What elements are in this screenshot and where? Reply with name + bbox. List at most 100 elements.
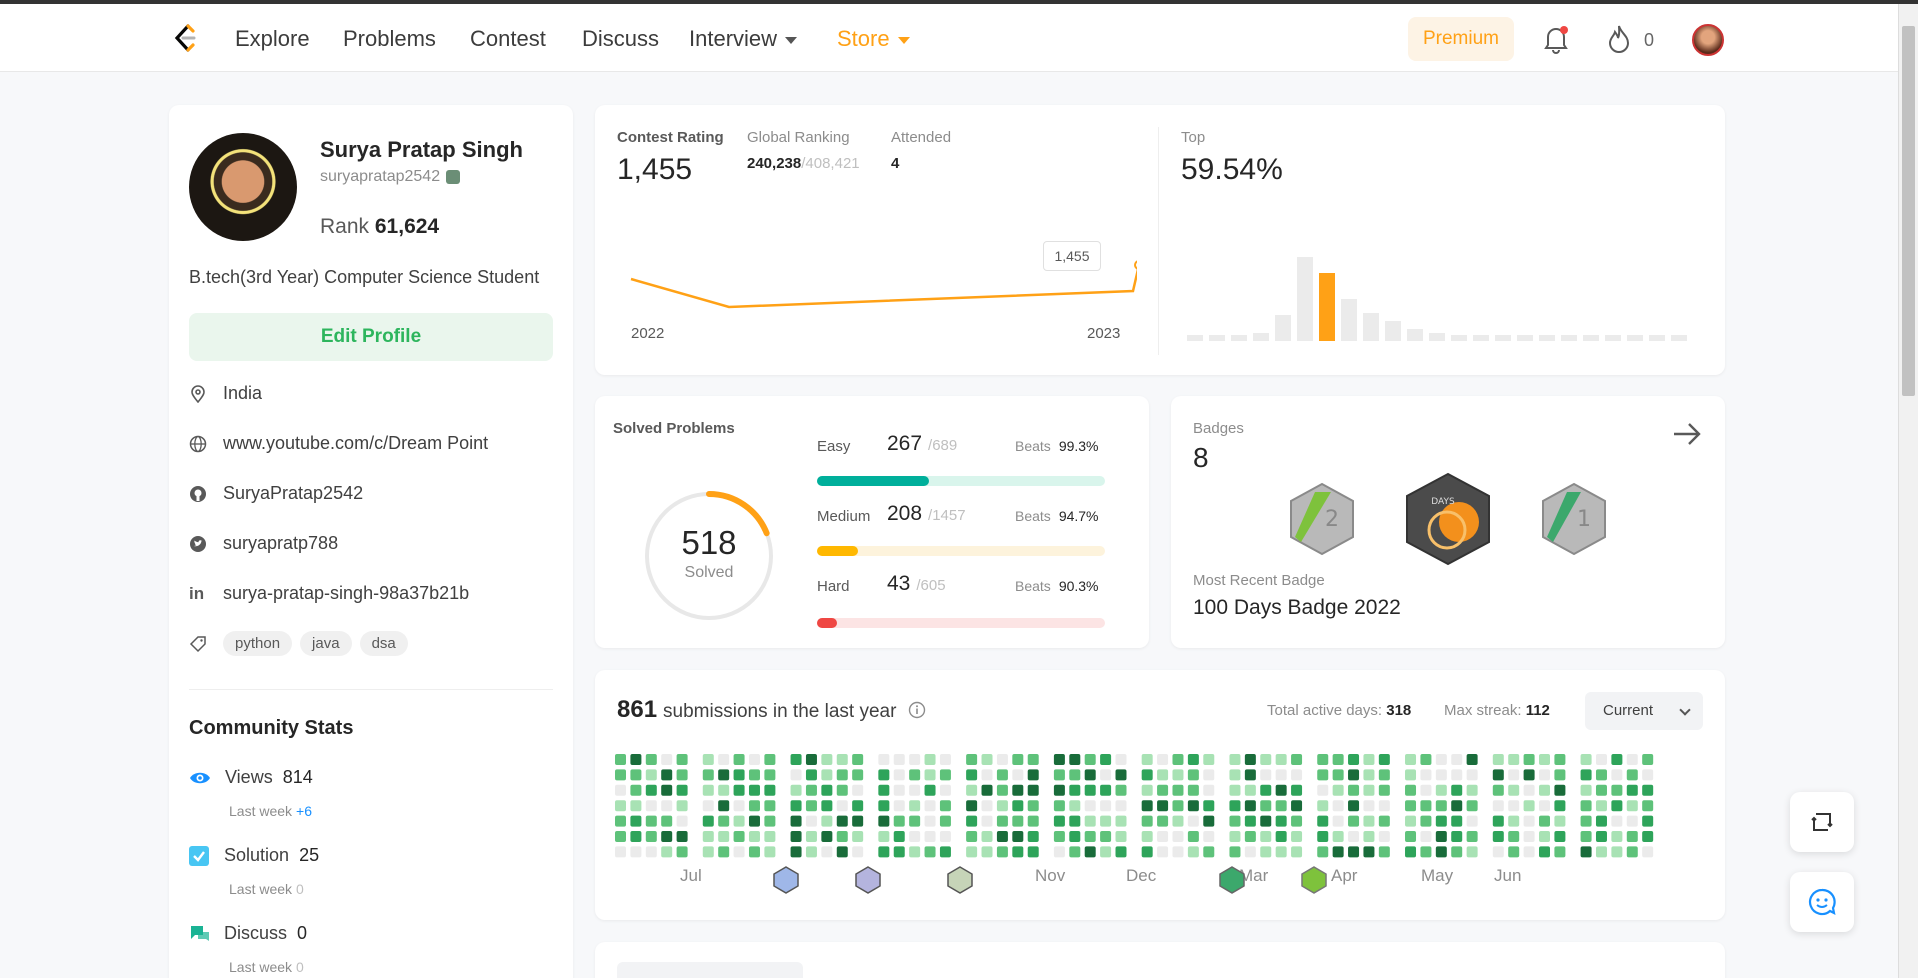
heatmap-day-cell[interactable]	[1580, 800, 1592, 812]
heatmap-day-cell[interactable]	[981, 784, 993, 796]
heatmap-day-cell[interactable]	[718, 846, 730, 858]
heatmap-day-cell[interactable]	[1053, 754, 1065, 765]
heatmap-day-cell[interactable]	[702, 815, 714, 827]
heatmap-day-cell[interactable]	[615, 800, 626, 812]
heatmap-day-cell[interactable]	[1642, 831, 1654, 842]
heatmap-day-cell[interactable]	[1405, 846, 1417, 858]
streak-fire-icon[interactable]	[1606, 24, 1632, 54]
heatmap-day-cell[interactable]	[645, 754, 657, 765]
arrow-right-icon[interactable]	[1671, 420, 1703, 448]
heatmap-day-cell[interactable]	[1611, 846, 1623, 858]
heatmap-day-cell[interactable]	[1069, 784, 1081, 796]
heatmap-day-cell[interactable]	[661, 754, 673, 765]
heatmap-day-cell[interactable]	[1435, 846, 1447, 858]
heatmap-day-cell[interactable]	[1203, 769, 1215, 781]
heatmap-day-cell[interactable]	[939, 846, 951, 858]
heatmap-day-cell[interactable]	[1172, 831, 1184, 842]
edit-profile-button[interactable]: Edit Profile	[189, 313, 553, 361]
heatmap-day-cell[interactable]	[1405, 754, 1417, 765]
heatmap-day-cell[interactable]	[1332, 831, 1344, 842]
heatmap-day-cell[interactable]	[1275, 800, 1287, 812]
heatmap-day-cell[interactable]	[1554, 784, 1566, 796]
year-select-dropdown[interactable]: Current	[1585, 692, 1703, 730]
heatmap-day-cell[interactable]	[1157, 754, 1169, 765]
heatmap-day-cell[interactable]	[939, 800, 951, 812]
heatmap-day-cell[interactable]	[852, 754, 864, 765]
heatmap-day-cell[interactable]	[1260, 784, 1272, 796]
heatmap-day-cell[interactable]	[1244, 800, 1256, 812]
heatmap-day-cell[interactable]	[1508, 831, 1520, 842]
heatmap-day-cell[interactable]	[1053, 846, 1065, 858]
heatmap-day-cell[interactable]	[878, 846, 890, 858]
heatmap-day-cell[interactable]	[645, 831, 657, 842]
heatmap-day-cell[interactable]	[1611, 769, 1623, 781]
heatmap-day-cell[interactable]	[661, 769, 673, 781]
heatmap-day-cell[interactable]	[1466, 815, 1478, 827]
heatmap-day-cell[interactable]	[702, 769, 714, 781]
heatmap-day-cell[interactable]	[1069, 846, 1081, 858]
skill-tag[interactable]: python	[223, 631, 293, 656]
heatmap-day-cell[interactable]	[1420, 800, 1432, 812]
heatmap-day-cell[interactable]	[1642, 815, 1654, 827]
badge-jan-icon[interactable]: 1	[1539, 482, 1609, 556]
heatmap-day-cell[interactable]	[1363, 784, 1375, 796]
heatmap-day-cell[interactable]	[733, 800, 745, 812]
heatmap-day-cell[interactable]	[1069, 754, 1081, 765]
heatmap-day-cell[interactable]	[1611, 800, 1623, 812]
heatmap-day-cell[interactable]	[1084, 800, 1096, 812]
heatmap-day-cell[interactable]	[1244, 846, 1256, 858]
heatmap-day-cell[interactable]	[981, 846, 993, 858]
heatmap-day-cell[interactable]	[821, 846, 833, 858]
heatmap-day-cell[interactable]	[1012, 754, 1024, 765]
heatmap-day-cell[interactable]	[748, 815, 760, 827]
heatmap-day-cell[interactable]	[676, 815, 688, 827]
heatmap-day-cell[interactable]	[1626, 769, 1638, 781]
heatmap-day-cell[interactable]	[1317, 784, 1329, 796]
heatmap-day-cell[interactable]	[630, 800, 642, 812]
heatmap-day-cell[interactable]	[1203, 754, 1215, 765]
twitter-link[interactable]: suryapratp788	[223, 533, 338, 554]
heatmap-day-cell[interactable]	[1595, 769, 1607, 781]
heatmap-day-cell[interactable]	[676, 769, 688, 781]
heatmap-day-cell[interactable]	[1508, 784, 1520, 796]
heatmap-day-cell[interactable]	[878, 784, 890, 796]
heatmap-day-cell[interactable]	[748, 800, 760, 812]
heatmap-day-cell[interactable]	[702, 831, 714, 842]
heatmap-day-cell[interactable]	[821, 800, 833, 812]
heatmap-day-cell[interactable]	[981, 815, 993, 827]
heatmap-day-cell[interactable]	[966, 800, 978, 812]
heatmap-day-cell[interactable]	[1539, 754, 1550, 765]
heatmap-day-cell[interactable]	[1492, 754, 1504, 765]
heatmap-day-cell[interactable]	[939, 831, 951, 842]
heatmap-day-cell[interactable]	[1084, 815, 1096, 827]
heatmap-day-cell[interactable]	[1084, 846, 1096, 858]
heatmap-day-cell[interactable]	[1348, 831, 1360, 842]
heatmap-day-cell[interactable]	[1115, 784, 1127, 796]
heatmap-day-cell[interactable]	[1053, 784, 1065, 796]
heatmap-day-cell[interactable]	[1053, 800, 1065, 812]
heatmap-day-cell[interactable]	[661, 815, 673, 827]
heatmap-day-cell[interactable]	[909, 831, 921, 842]
heatmap-day-cell[interactable]	[676, 754, 688, 765]
heatmap-day-cell[interactable]	[1141, 815, 1153, 827]
heatmap-day-cell[interactable]	[1595, 815, 1607, 827]
heatmap-day-cell[interactable]	[1172, 784, 1184, 796]
heatmap-day-cell[interactable]	[909, 784, 921, 796]
heatmap-day-cell[interactable]	[1595, 754, 1607, 765]
heatmap-day-cell[interactable]	[1100, 754, 1112, 765]
heatmap-day-cell[interactable]	[1642, 800, 1654, 812]
heatmap-day-cell[interactable]	[1275, 846, 1287, 858]
heatmap-day-cell[interactable]	[733, 815, 745, 827]
skill-tag[interactable]: java	[300, 631, 352, 656]
heatmap-day-cell[interactable]	[676, 846, 688, 858]
heatmap-day-cell[interactable]	[1611, 831, 1623, 842]
heatmap-day-cell[interactable]	[1523, 784, 1535, 796]
heatmap-day-cell[interactable]	[630, 831, 642, 842]
heatmap-day-cell[interactable]	[1053, 831, 1065, 842]
heatmap-day-cell[interactable]	[1027, 846, 1039, 858]
heatmap-day-cell[interactable]	[1275, 754, 1287, 765]
heatmap-day-cell[interactable]	[1508, 846, 1520, 858]
badge-feb-icon[interactable]: 2	[1287, 482, 1357, 556]
heatmap-day-cell[interactable]	[1348, 800, 1360, 812]
heatmap-day-cell[interactable]	[645, 815, 657, 827]
